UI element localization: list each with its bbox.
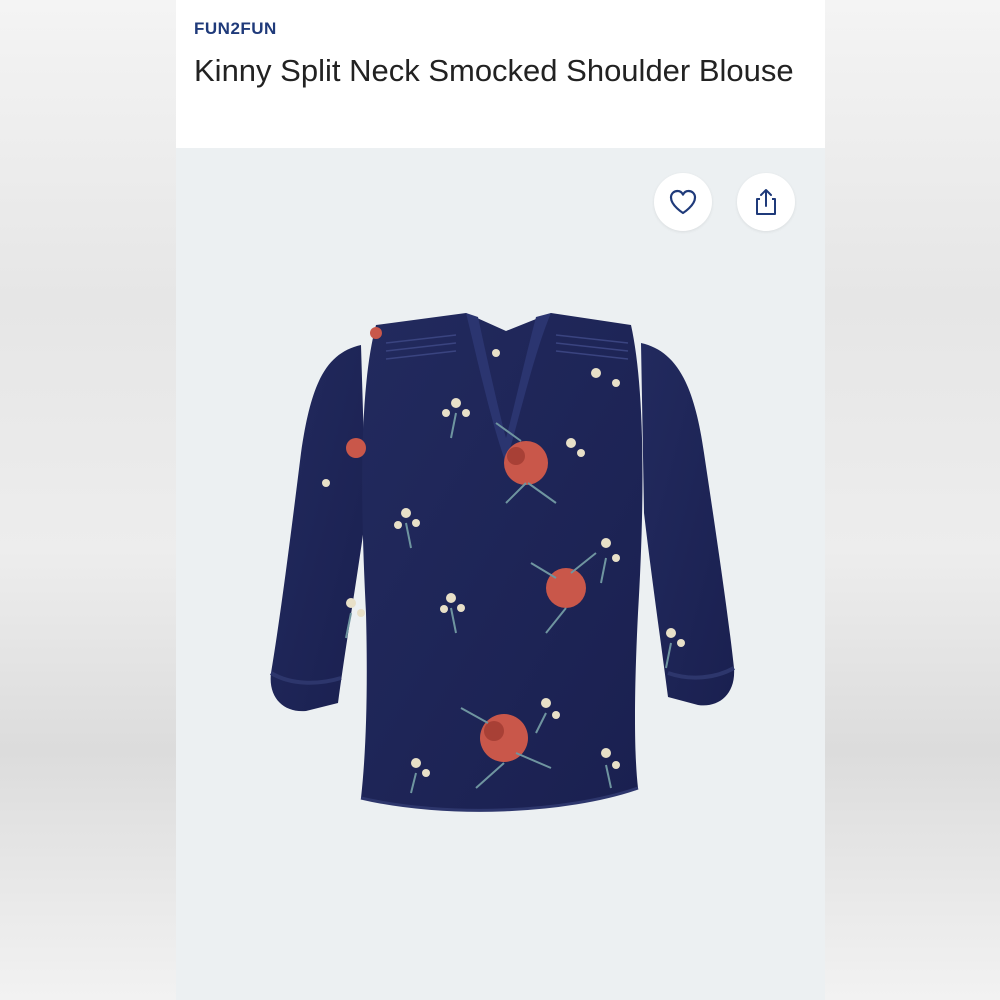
background-blur-right — [825, 0, 1000, 1000]
brand-name[interactable]: FUN2FUN — [194, 19, 277, 39]
product-card: FUN2FUN Kinny Split Neck Smocked Shoulde… — [176, 0, 825, 1000]
background-blur-left — [0, 0, 176, 1000]
share-icon — [756, 189, 776, 215]
share-button[interactable] — [737, 173, 795, 231]
favorite-button[interactable] — [654, 173, 712, 231]
product-photo-blouse — [269, 313, 735, 812]
product-image-area — [176, 148, 825, 1000]
product-title: Kinny Split Neck Smocked Shoulder Blouse — [194, 53, 794, 88]
heart-icon — [669, 189, 697, 215]
product-header: FUN2FUN Kinny Split Neck Smocked Shoulde… — [176, 0, 825, 148]
